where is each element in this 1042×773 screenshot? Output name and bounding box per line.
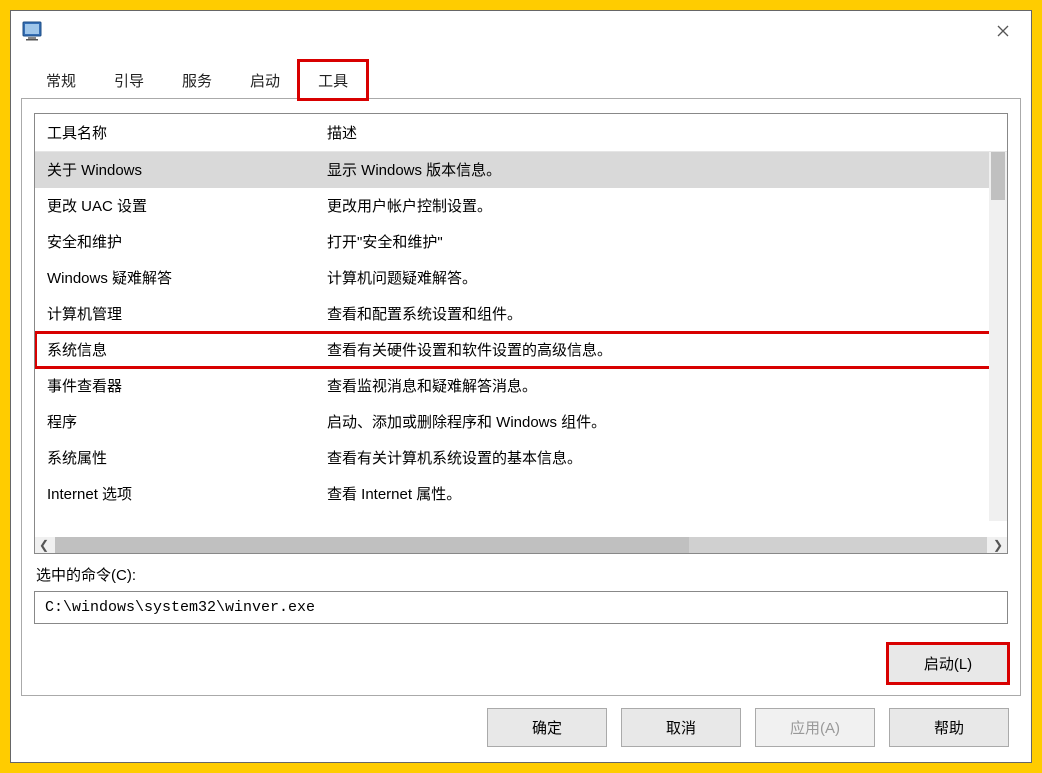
tool-name-cell: 系统属性 [35, 444, 315, 471]
table-row[interactable]: 系统属性查看有关计算机系统设置的基本信息。 [35, 440, 1007, 476]
horizontal-scrollbar-thumb[interactable] [55, 537, 689, 553]
tool-name-cell: 更改 UAC 设置 [35, 192, 315, 219]
table-row[interactable]: 事件查看器查看监视消息和疑难解答消息。 [35, 368, 1007, 404]
tool-desc-cell: 查看有关硬件设置和软件设置的高级信息。 [315, 336, 1007, 363]
scroll-left-arrow-icon[interactable]: ❮ [35, 537, 53, 553]
ok-button[interactable]: 确定 [487, 708, 607, 747]
column-header-desc[interactable]: 描述 [315, 114, 1007, 151]
horizontal-scrollbar[interactable]: ❮ ❯ [35, 537, 1007, 553]
tool-desc-cell: 查看有关计算机系统设置的基本信息。 [315, 444, 1007, 471]
tool-desc-cell: 计算机问题疑难解答。 [315, 264, 1007, 291]
list-body: 关于 Windows显示 Windows 版本信息。更改 UAC 设置更改用户帐… [35, 152, 1007, 537]
table-row[interactable]: Internet 选项查看 Internet 属性。 [35, 476, 1007, 512]
table-row[interactable]: 系统信息查看有关硬件设置和软件设置的高级信息。 [35, 332, 1007, 368]
vertical-scrollbar-thumb[interactable] [991, 152, 1005, 200]
close-button[interactable] [981, 16, 1025, 46]
tool-name-cell: 关于 Windows [35, 156, 315, 183]
tools-list: 工具名称 描述 关于 Windows显示 Windows 版本信息。更改 UAC… [34, 113, 1008, 554]
help-button[interactable]: 帮助 [889, 708, 1009, 747]
tab-bar: 常规 引导 服务 启动 工具 [21, 61, 1021, 99]
tab-general[interactable]: 常规 [27, 61, 95, 99]
column-header-name[interactable]: 工具名称 [35, 114, 315, 151]
list-header: 工具名称 描述 [35, 114, 1007, 152]
tool-desc-cell: 查看 Internet 属性。 [315, 480, 1007, 507]
tool-desc-cell: 查看监视消息和疑难解答消息。 [315, 372, 1007, 399]
selected-command-label: 选中的命令(C): [36, 564, 1008, 585]
tab-tools[interactable]: 工具 [299, 61, 367, 99]
selected-command-input[interactable] [34, 591, 1008, 624]
horizontal-scrollbar-track[interactable] [55, 537, 987, 553]
tools-panel: 工具名称 描述 关于 Windows显示 Windows 版本信息。更改 UAC… [21, 98, 1021, 696]
tab-startup[interactable]: 启动 [231, 61, 299, 99]
annotation-frame: 常规 引导 服务 启动 工具 工具名称 描述 关于 Windows显示 Wind… [0, 0, 1042, 773]
tool-desc-cell: 显示 Windows 版本信息。 [315, 156, 1007, 183]
tool-name-cell: 程序 [35, 408, 315, 435]
titlebar [11, 11, 1031, 51]
msconfig-window: 常规 引导 服务 启动 工具 工具名称 描述 关于 Windows显示 Wind… [10, 10, 1032, 763]
tool-desc-cell: 打开"安全和维护" [315, 228, 1007, 255]
tool-desc-cell: 查看和配置系统设置和组件。 [315, 300, 1007, 327]
table-row[interactable]: 计算机管理查看和配置系统设置和组件。 [35, 296, 1007, 332]
table-row[interactable]: Windows 疑难解答计算机问题疑难解答。 [35, 260, 1007, 296]
scroll-right-arrow-icon[interactable]: ❯ [989, 537, 1007, 553]
tab-boot[interactable]: 引导 [95, 61, 163, 99]
tool-name-cell: 计算机管理 [35, 300, 315, 327]
client-area: 常规 引导 服务 启动 工具 工具名称 描述 关于 Windows显示 Wind… [11, 51, 1031, 762]
tool-name-cell: Windows 疑难解答 [35, 264, 315, 291]
launch-button[interactable]: 启动(L) [888, 644, 1008, 683]
tool-name-cell: 系统信息 [35, 336, 315, 363]
tab-services[interactable]: 服务 [163, 61, 231, 99]
tool-desc-cell: 启动、添加或删除程序和 Windows 组件。 [315, 408, 1007, 435]
table-row[interactable]: 关于 Windows显示 Windows 版本信息。 [35, 152, 1007, 188]
vertical-scrollbar[interactable] [989, 152, 1007, 521]
tool-name-cell: 安全和维护 [35, 228, 315, 255]
tool-desc-cell: 更改用户帐户控制设置。 [315, 192, 1007, 219]
app-icon [21, 20, 43, 42]
table-row[interactable]: 程序启动、添加或删除程序和 Windows 组件。 [35, 404, 1007, 440]
tool-name-cell: Internet 选项 [35, 480, 315, 507]
table-row[interactable]: 更改 UAC 设置更改用户帐户控制设置。 [35, 188, 1007, 224]
apply-button[interactable]: 应用(A) [755, 708, 875, 747]
dialog-button-row: 确定 取消 应用(A) 帮助 [21, 708, 1021, 750]
table-row[interactable]: 安全和维护打开"安全和维护" [35, 224, 1007, 260]
cancel-button[interactable]: 取消 [621, 708, 741, 747]
tool-name-cell: 事件查看器 [35, 372, 315, 399]
